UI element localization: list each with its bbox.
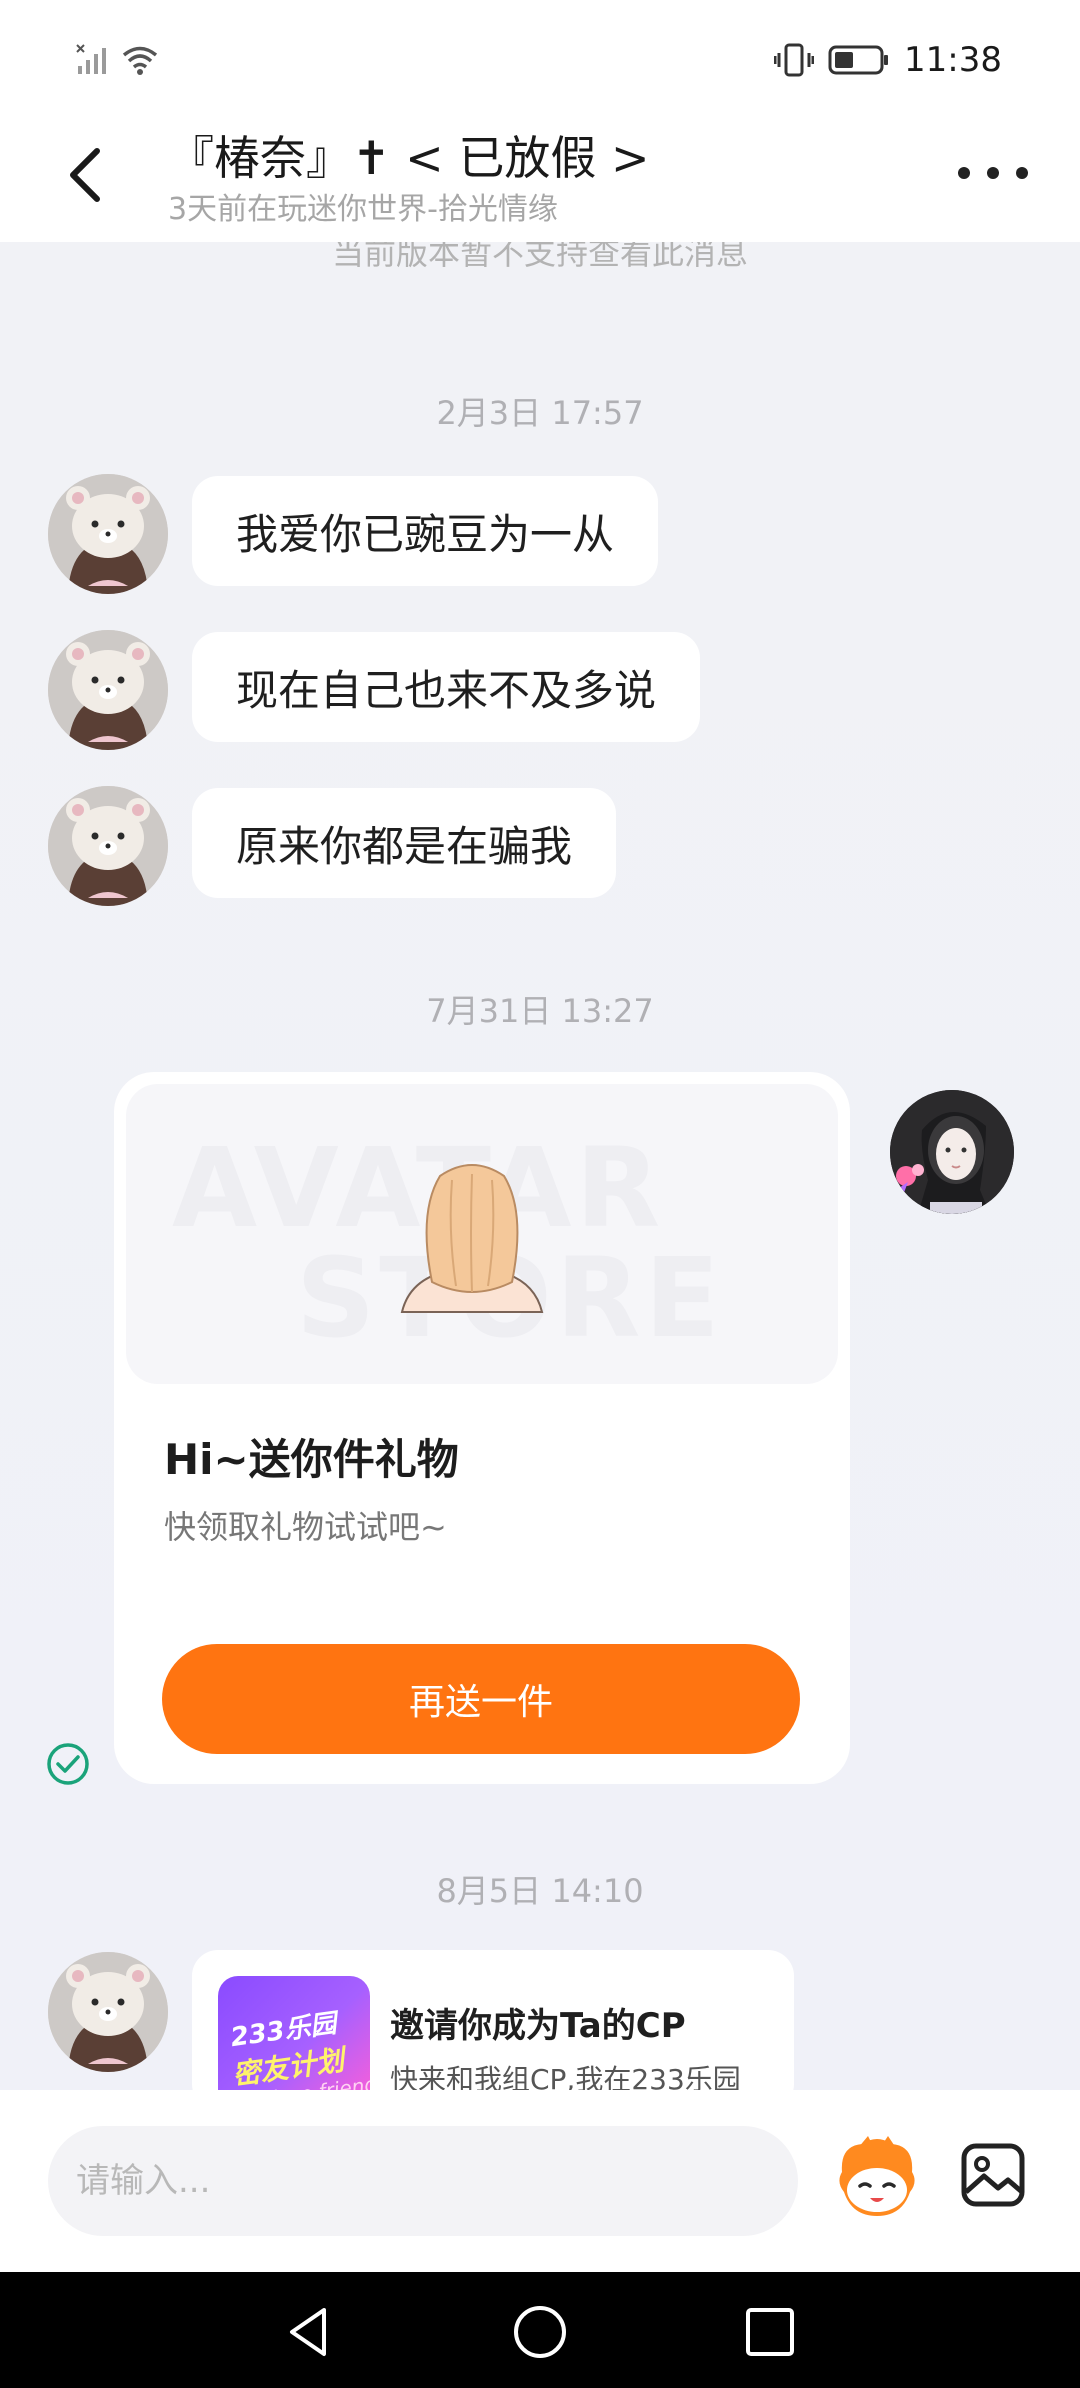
cp-invite-subtitle: 快来和我组CP,我在233乐园 [390, 2063, 741, 2090]
bear-hat-avatar-icon [48, 1952, 168, 2072]
more-button[interactable] [958, 158, 1028, 188]
gift-title: Hi~送你件礼物 [164, 1435, 459, 1484]
read-check-icon [47, 1743, 89, 1785]
status-bar: 11:38 [0, 0, 1080, 120]
gift-banner: AVATAR STORE [126, 1084, 838, 1384]
girl-avatar-icon [890, 1090, 1014, 1214]
contact-avatar[interactable] [48, 1952, 168, 2072]
cp-invite-thumbnail: 233乐园 密友计划 Close friend [218, 1976, 370, 2090]
my-avatar[interactable] [890, 1090, 1014, 1214]
gift-subtitle: 快领取礼物试试吧~ [164, 1508, 447, 1546]
unsupported-message-notice: 当前版本暂不支持查看此消息 [331, 242, 748, 272]
signal-icon [76, 44, 106, 74]
status-right: 11:38 [774, 40, 1002, 80]
contact-avatar[interactable] [48, 786, 168, 906]
image-picker-icon[interactable] [960, 2142, 1026, 2208]
send-another-gift-button[interactable]: 再送一件 [162, 1644, 800, 1754]
chat-screen: 11:38 『椿奈』✝︎ < 已放假 > 3天前在玩迷你世界-拾光情缘 当前版本… [0, 0, 1080, 2388]
bear-hat-avatar-icon [48, 474, 168, 594]
message-bubble[interactable]: 现在自己也来不及多说 [192, 632, 701, 742]
chevron-left-icon [70, 148, 100, 202]
bear-hat-avatar-icon [48, 630, 168, 750]
wifi-icon [122, 46, 158, 75]
bear-hat-avatar-icon [48, 786, 168, 906]
nav-home-icon[interactable] [510, 2302, 570, 2362]
status-left [76, 44, 160, 76]
input-bar [0, 2090, 1080, 2272]
status-time: 11:38 [904, 40, 1002, 80]
back-button[interactable] [50, 140, 120, 210]
timestamp: 8月5日 14:10 [436, 1872, 644, 1910]
battery-icon [828, 45, 889, 75]
message-input[interactable] [48, 2126, 798, 2236]
timestamp: 7月31日 13:27 [426, 992, 654, 1030]
contact-activity: 3天前在玩迷你世界-拾光情缘 [168, 192, 558, 227]
message-bubble[interactable]: 原来你都是在骗我 [192, 788, 617, 898]
contact-avatar[interactable] [48, 474, 168, 594]
cp-invite-title: 邀请你成为Ta的CP [390, 2006, 686, 2046]
emoji-mascot-icon[interactable] [832, 2132, 922, 2222]
vibrate-icon [774, 43, 815, 77]
contact-avatar[interactable] [48, 630, 168, 750]
system-nav-bar [0, 2272, 1080, 2388]
nav-back-icon[interactable] [280, 2302, 340, 2362]
more-dots-icon [958, 167, 970, 179]
message-bubble[interactable]: 我爱你已豌豆为一从 [192, 476, 659, 586]
timestamp: 2月3日 17:57 [436, 394, 644, 432]
nav-recents-icon[interactable] [740, 2302, 800, 2362]
contact-name[interactable]: 『椿奈』✝︎ < 已放假 > [168, 122, 650, 188]
chat-header: 『椿奈』✝︎ < 已放假 > 3天前在玩迷你世界-拾光情缘 [0, 120, 1080, 242]
cp-invite-card[interactable]: 233乐园 密友计划 Close friend 邀请你成为Ta的CP 快来和我组… [192, 1950, 794, 2090]
message-list[interactable]: 当前版本暂不支持查看此消息 2月3日 17:57 我爱你已豌豆为一从 现在自己也… [0, 242, 1080, 2090]
gift-card[interactable]: AVATAR STORE Hi~送你件礼物 快领取礼物试试吧~ 再送一件 [114, 1072, 850, 1784]
gift-hair-item-icon [400, 1164, 544, 1313]
